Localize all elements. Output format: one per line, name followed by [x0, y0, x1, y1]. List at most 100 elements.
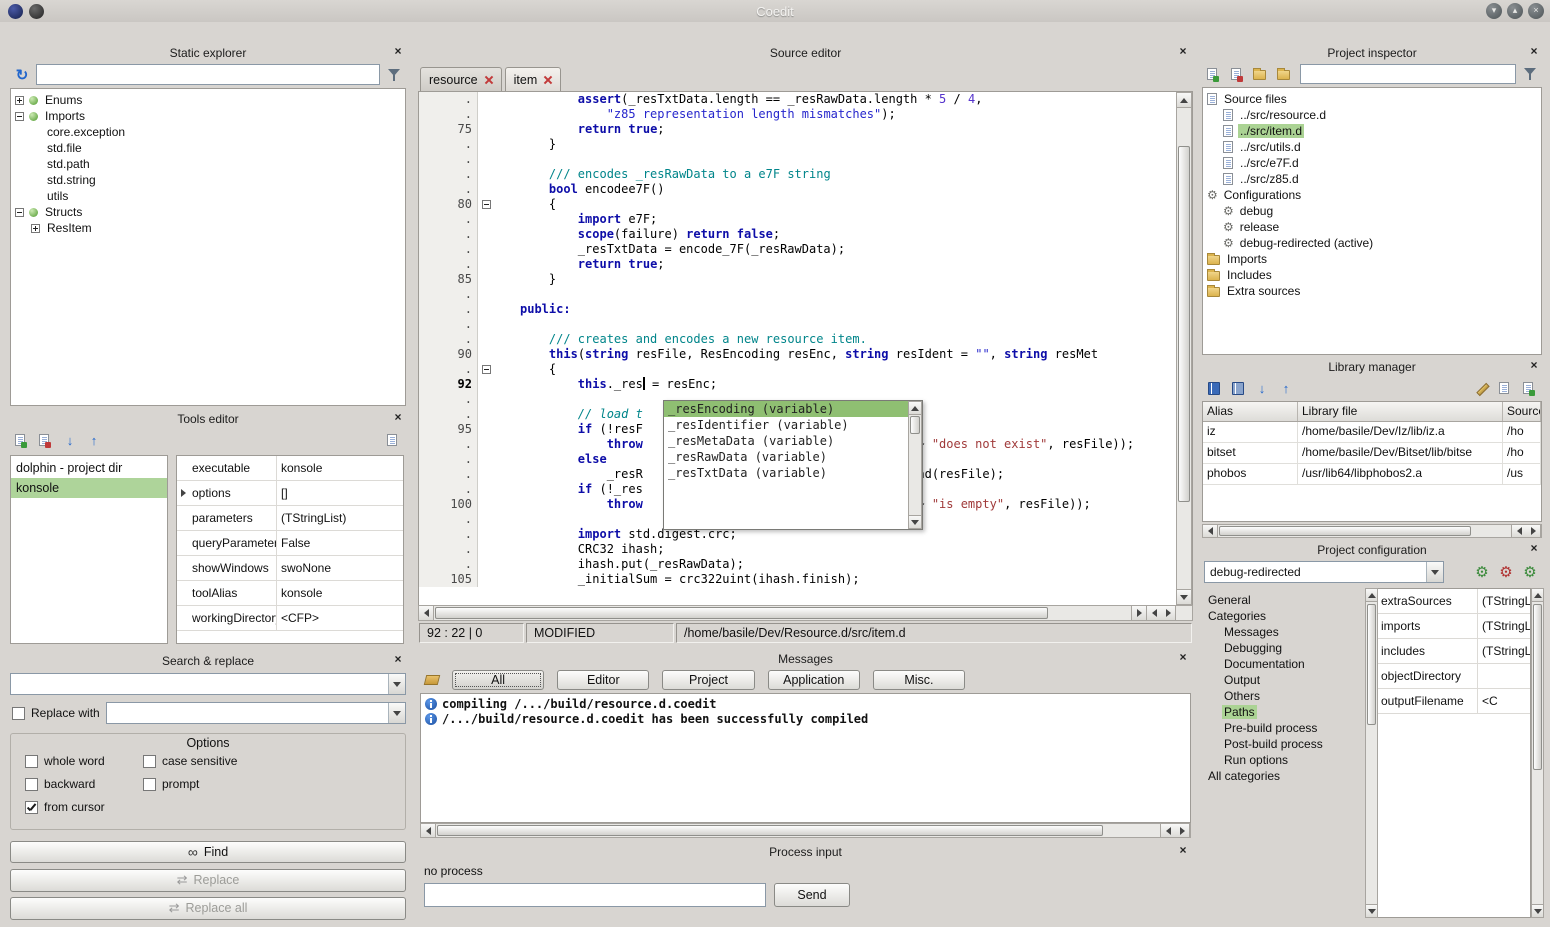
scroll-up-icon[interactable]: [1532, 589, 1543, 602]
tree-item[interactable]: Source files: [1203, 91, 1541, 107]
move-down-icon[interactable]: ↓: [1252, 378, 1272, 398]
gutter-line[interactable]: .: [419, 512, 498, 527]
code-line[interactable]: _initialSum = crc322uint(ihash.finish);: [520, 572, 1176, 587]
message-filter-button[interactable]: Misc.: [873, 670, 965, 690]
fold-margin[interactable]: [477, 197, 498, 212]
configuration-selector[interactable]: debug-redirected: [1204, 561, 1444, 583]
scrollbar-thumb[interactable]: [437, 825, 1103, 836]
tool-list-item[interactable]: dolphin - project dir: [11, 458, 167, 478]
code-line[interactable]: [520, 317, 1176, 332]
scroll-left-end-icon[interactable]: [1511, 525, 1526, 537]
completion-item[interactable]: _resMetaData (variable): [664, 433, 908, 449]
remove-configuration-icon[interactable]: ⚙: [1496, 562, 1516, 582]
completion-scrollbar[interactable]: [908, 401, 922, 529]
tree-item[interactable]: Paths: [1202, 704, 1365, 720]
menu-item[interactable]: [76, 30, 94, 34]
code-line[interactable]: this._res = resEnc;: [520, 377, 1176, 392]
checkbox-box-icon[interactable]: [25, 778, 38, 791]
property-value[interactable]: konsole: [277, 586, 403, 600]
search-option-checkbox[interactable]: case sensitive: [143, 754, 405, 768]
messages-list[interactable]: compiling /.../build/resource.d.coedit /…: [420, 693, 1191, 823]
code-line[interactable]: }: [520, 137, 1176, 152]
tree-item[interactable]: General: [1202, 592, 1365, 608]
search-option-checkbox[interactable]: whole word: [25, 754, 143, 768]
message-filter-button[interactable]: Editor: [557, 670, 649, 690]
search-replace-header[interactable]: Search & replace ×: [8, 652, 408, 669]
message-filter-button[interactable]: Project: [662, 670, 754, 690]
property-row[interactable]: queryParameters False: [177, 531, 403, 556]
gutter-line[interactable]: .: [419, 482, 498, 497]
gutter-line[interactable]: .: [419, 167, 498, 182]
gutter-line[interactable]: .: [419, 392, 498, 407]
gutter-line[interactable]: .: [419, 467, 498, 482]
property-value[interactable]: <C: [1478, 694, 1530, 708]
scrollbar-thumb[interactable]: [435, 607, 1048, 619]
gutter-line[interactable]: .: [419, 332, 498, 347]
process-input-field[interactable]: [424, 883, 766, 907]
app-menu-icon[interactable]: [29, 4, 44, 19]
scrollbar-thumb[interactable]: [910, 416, 920, 434]
tab-scroll-left-icon[interactable]: [1146, 606, 1161, 620]
project-inspector-tree[interactable]: Source files../src/resource.d../src/item…: [1202, 87, 1542, 355]
tree-item[interactable]: Documentation: [1202, 656, 1365, 672]
menu-item[interactable]: [58, 30, 76, 34]
column-header[interactable]: Sources: [1503, 402, 1541, 421]
menu-item[interactable]: [94, 30, 112, 34]
messages-horizontal-scrollbar[interactable]: [420, 823, 1191, 838]
gutter-line[interactable]: 75: [419, 122, 498, 137]
code-line[interactable]: "z85 representation length mismatches");: [520, 107, 1176, 122]
tree-item[interactable]: std.file: [11, 140, 405, 156]
dropdown-arrow-icon[interactable]: [1426, 562, 1443, 582]
close-panel-icon[interactable]: ×: [392, 46, 404, 58]
menu-item[interactable]: [22, 30, 40, 34]
scroll-up-icon[interactable]: [1366, 589, 1377, 602]
tree-item[interactable]: Enums: [11, 92, 405, 108]
fold-collapse-icon[interactable]: [482, 200, 491, 209]
column-header[interactable]: Library file: [1298, 402, 1503, 421]
tree-item[interactable]: ResItem: [11, 220, 405, 236]
tree-item[interactable]: Post-build process: [1202, 736, 1365, 752]
clone-configuration-icon[interactable]: ⚙: [1520, 562, 1540, 582]
message-line[interactable]: compiling /.../build/resource.d.coedit: [421, 696, 1190, 711]
tree-item[interactable]: Imports: [1203, 251, 1541, 267]
tree-item[interactable]: Pre-build process: [1202, 720, 1365, 736]
tree-item[interactable]: Others: [1202, 688, 1365, 704]
scrollbar-thumb[interactable]: [1219, 526, 1471, 536]
code-line[interactable]: CRC32 ihash;: [520, 542, 1176, 557]
code-line[interactable]: assert(_resTxtData.length == _resRawData…: [520, 92, 1176, 107]
tree-item[interactable]: Extra sources: [1203, 283, 1541, 299]
property-value[interactable]: swoNone: [277, 561, 403, 575]
gutter-line[interactable]: .: [419, 287, 498, 302]
fold-collapse-icon[interactable]: [482, 365, 491, 374]
tree-item[interactable]: ../src/z85.d: [1203, 171, 1541, 187]
remove-source-icon[interactable]: [1228, 64, 1248, 84]
refresh-icon[interactable]: ↻: [12, 65, 32, 85]
collapse-icon[interactable]: [15, 208, 24, 217]
gutter-line[interactable]: 90: [419, 347, 498, 362]
code-line[interactable]: public:: [520, 302, 1176, 317]
scroll-left-end-icon[interactable]: [1160, 824, 1175, 837]
column-header[interactable]: Alias: [1203, 402, 1298, 421]
property-row[interactable]: toolAlias konsole: [177, 581, 403, 606]
editor-tab[interactable]: item: [505, 67, 562, 91]
gutter-line[interactable]: 95: [419, 422, 498, 437]
tree-item[interactable]: ../src/e7F.d: [1203, 155, 1541, 171]
gutter-line[interactable]: 92: [419, 377, 498, 392]
gutter-line[interactable]: .: [419, 242, 498, 257]
open-folder-icon[interactable]: [1276, 64, 1296, 84]
inspector-filter-input[interactable]: [1300, 64, 1516, 84]
titlebar[interactable]: Coedit ▾ ▴ ×: [0, 0, 1550, 22]
project-inspector-header[interactable]: Project inspector ×: [1200, 44, 1544, 61]
source-editor-header[interactable]: Source editor ×: [418, 44, 1193, 61]
dropdown-arrow-icon[interactable]: [388, 703, 405, 723]
message-filter-button[interactable]: Application: [768, 670, 860, 690]
maximize-window-icon[interactable]: ▴: [1507, 3, 1523, 19]
edit-library-icon[interactable]: [1472, 378, 1492, 398]
scroll-down-icon[interactable]: [1177, 589, 1191, 604]
scroll-down-icon[interactable]: [909, 515, 921, 528]
property-row[interactable]: options []: [177, 481, 403, 506]
code-line[interactable]: return true;: [520, 122, 1176, 137]
filter-icon[interactable]: [384, 65, 404, 85]
gutter-line[interactable]: .: [419, 527, 498, 542]
code-line[interactable]: }: [520, 272, 1176, 287]
